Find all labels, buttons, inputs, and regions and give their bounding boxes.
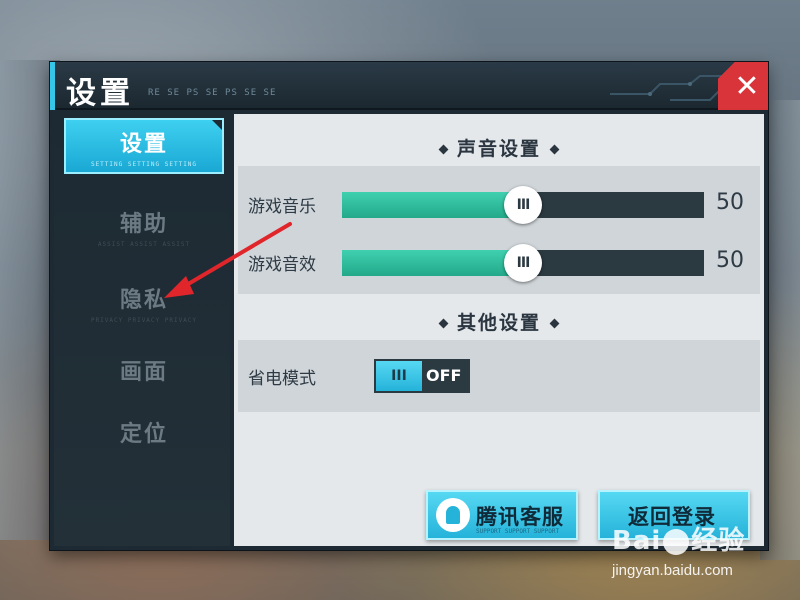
sidebar-item-sublabel: ASSIST ASSIST ASSIST xyxy=(97,241,191,248)
settings-content: 声音设置 游戏音乐 III 50 游戏音效 III 50 其他设置 省电模式 I… xyxy=(234,114,764,546)
sidebar-item-sublabel: SETTING SETTING SETTING xyxy=(90,161,198,168)
sidebar-item-label: 定位 xyxy=(119,422,168,447)
grip-icon: III xyxy=(516,255,531,271)
other-settings-panel: 省电模式 III OFF xyxy=(238,340,760,412)
dialog-subtitle: RE SE PS SE PS SE SE xyxy=(148,88,277,98)
headset-icon xyxy=(436,498,470,532)
support-button-sublabel: SUPPORT SUPPORT SUPPORT xyxy=(476,528,560,535)
sidebar-item-sublabel: PRIVACY PRIVACY PRIVACY xyxy=(90,317,198,324)
support-button-label: 腾讯客服 xyxy=(476,505,564,529)
settings-dialog: 设置 RE SE PS SE PS SE SE ✕ 设置 SETTING SET… xyxy=(50,62,768,550)
paw-icon xyxy=(663,528,690,555)
other-settings-heading: 其他设置 xyxy=(234,308,764,335)
close-icon: ✕ xyxy=(734,68,760,104)
sidebar-item-assist[interactable]: 辅助 ASSIST ASSIST ASSIST xyxy=(64,198,224,254)
sidebar-item-location[interactable]: 定位 xyxy=(64,408,224,464)
sidebar-item-privacy[interactable]: 隐私 PRIVACY PRIVACY PRIVACY xyxy=(64,274,224,330)
support-button[interactable]: 腾讯客服 SUPPORT SUPPORT SUPPORT xyxy=(426,490,578,540)
title-accent-bar xyxy=(50,62,55,110)
music-slider-knob[interactable]: III xyxy=(504,186,542,224)
dialog-title: 设置 xyxy=(66,76,134,111)
sidebar-item-label: 隐私 xyxy=(119,288,168,313)
diamond-icon xyxy=(438,318,449,329)
sfx-label: 游戏音效 xyxy=(248,255,316,275)
power-saving-toggle[interactable]: III OFF xyxy=(374,359,470,393)
sidebar-item-label: 辅助 xyxy=(119,212,168,237)
music-label: 游戏音乐 xyxy=(248,197,316,217)
circuit-decoration-icon xyxy=(610,75,730,101)
baidu-logo: Bai 经验 xyxy=(612,526,746,556)
power-saving-label: 省电模式 xyxy=(248,369,316,389)
diamond-icon xyxy=(549,318,560,329)
sfx-slider-fill xyxy=(342,250,523,276)
grip-icon: III xyxy=(516,197,531,213)
sidebar-item-settings[interactable]: 设置 SETTING SETTING SETTING xyxy=(64,118,224,174)
music-value: 50 xyxy=(716,190,744,215)
toggle-state: OFF xyxy=(426,366,462,385)
music-slider[interactable]: III xyxy=(342,186,704,224)
settings-sidebar: 设置 SETTING SETTING SETTING 辅助 ASSIST ASS… xyxy=(54,114,230,546)
dialog-titlebar: 设置 RE SE PS SE PS SE SE ✕ xyxy=(50,62,768,111)
sfx-slider-knob[interactable]: III xyxy=(504,244,542,282)
diamond-icon xyxy=(438,144,449,155)
watermark-url: jingyan.baidu.com xyxy=(612,562,733,579)
sidebar-item-label: 画面 xyxy=(119,360,168,385)
sidebar-item-display[interactable]: 画面 xyxy=(64,346,224,402)
music-slider-fill xyxy=(342,192,523,218)
sound-settings-panel: 游戏音乐 III 50 游戏音效 III 50 xyxy=(238,166,760,294)
sidebar-item-label: 设置 xyxy=(119,132,168,157)
diamond-icon xyxy=(549,144,560,155)
toggle-thumb: III xyxy=(376,361,422,391)
baidu-jingyan-watermark: Bai 经验 jingyan.baidu.com xyxy=(612,520,792,590)
close-button[interactable]: ✕ xyxy=(718,62,768,110)
grip-icon: III xyxy=(391,368,407,384)
sfx-slider[interactable]: III xyxy=(342,244,704,282)
sound-settings-heading: 声音设置 xyxy=(234,134,764,161)
sfx-value: 50 xyxy=(716,248,744,273)
